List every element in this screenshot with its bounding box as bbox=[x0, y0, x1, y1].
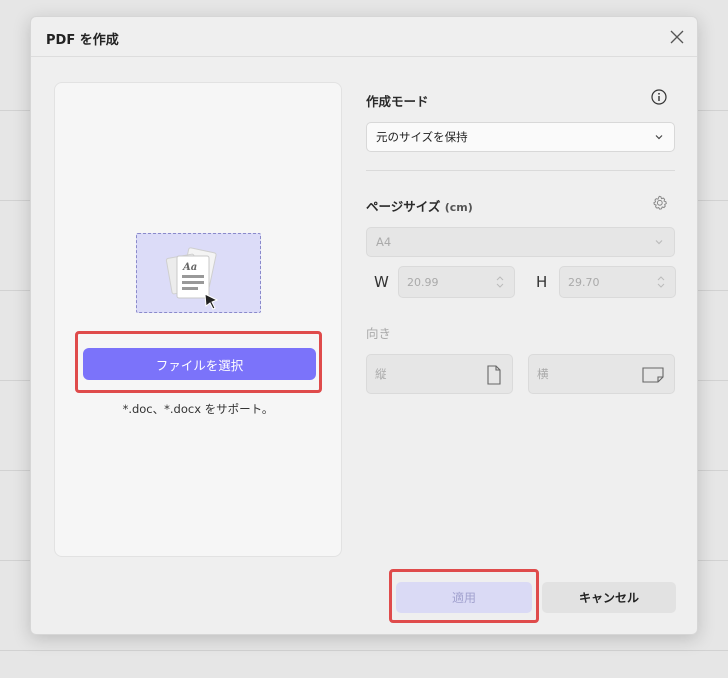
portrait-label: 縦 bbox=[375, 367, 387, 381]
stepper-arrows-icon[interactable] bbox=[657, 274, 665, 290]
file-drop-zone[interactable]: Aa bbox=[136, 233, 261, 313]
close-icon bbox=[670, 30, 684, 44]
supported-formats-text: *.doc、*.docx をサポート。 bbox=[122, 402, 274, 416]
height-value: 29.70 bbox=[568, 275, 600, 289]
file-drop-panel: Aa ファイルを選択 *.doc、*.docx をサポート。 bbox=[54, 82, 342, 557]
select-file-button[interactable]: ファイルを選択 bbox=[83, 348, 316, 380]
orientation-label: 向き bbox=[366, 326, 392, 341]
gear-icon[interactable] bbox=[649, 193, 669, 213]
cancel-button[interactable]: キャンセル bbox=[542, 582, 676, 613]
height-stepper[interactable]: 29.70 bbox=[559, 266, 676, 298]
width-stepper[interactable]: 20.99 bbox=[398, 266, 515, 298]
documents-with-cursor-icon: Aa bbox=[165, 247, 219, 310]
page-size-unit: (cm) bbox=[444, 201, 473, 214]
dialog-title: PDF を作成 bbox=[46, 33, 119, 48]
create-pdf-dialog: PDF を作成 Aa ファイルを選択 *.doc、*.docx をサポート。 作 bbox=[30, 16, 698, 635]
svg-text:Aa: Aa bbox=[182, 262, 197, 273]
width-label: W bbox=[374, 273, 389, 291]
close-button[interactable] bbox=[665, 25, 689, 49]
height-label: H bbox=[536, 273, 548, 291]
creation-mode-label: 作成モード bbox=[366, 94, 429, 109]
page-size-label-text: ページサイズ bbox=[366, 199, 441, 214]
apply-button[interactable]: 適用 bbox=[396, 582, 532, 613]
paper-size-dropdown[interactable]: A4 bbox=[366, 227, 675, 257]
info-icon[interactable] bbox=[651, 89, 667, 105]
creation-mode-value: 元のサイズを保持 bbox=[376, 130, 468, 144]
paper-size-value: A4 bbox=[376, 235, 392, 249]
chevron-down-icon bbox=[655, 240, 663, 245]
landscape-orientation-button[interactable]: 横 bbox=[528, 354, 675, 394]
background-row-divider bbox=[0, 650, 728, 651]
section-divider bbox=[366, 170, 675, 171]
landscape-page-icon bbox=[642, 367, 664, 383]
portrait-orientation-button[interactable]: 縦 bbox=[366, 354, 513, 394]
stepper-arrows-icon[interactable] bbox=[496, 274, 504, 290]
creation-mode-dropdown[interactable]: 元のサイズを保持 bbox=[366, 122, 675, 152]
width-value: 20.99 bbox=[407, 275, 439, 289]
chevron-down-icon bbox=[655, 135, 663, 140]
portrait-page-icon bbox=[487, 365, 501, 385]
dialog-titlebar: PDF を作成 bbox=[31, 17, 697, 57]
page-size-label: ページサイズ (cm) bbox=[366, 196, 473, 215]
landscape-label: 横 bbox=[537, 367, 549, 381]
